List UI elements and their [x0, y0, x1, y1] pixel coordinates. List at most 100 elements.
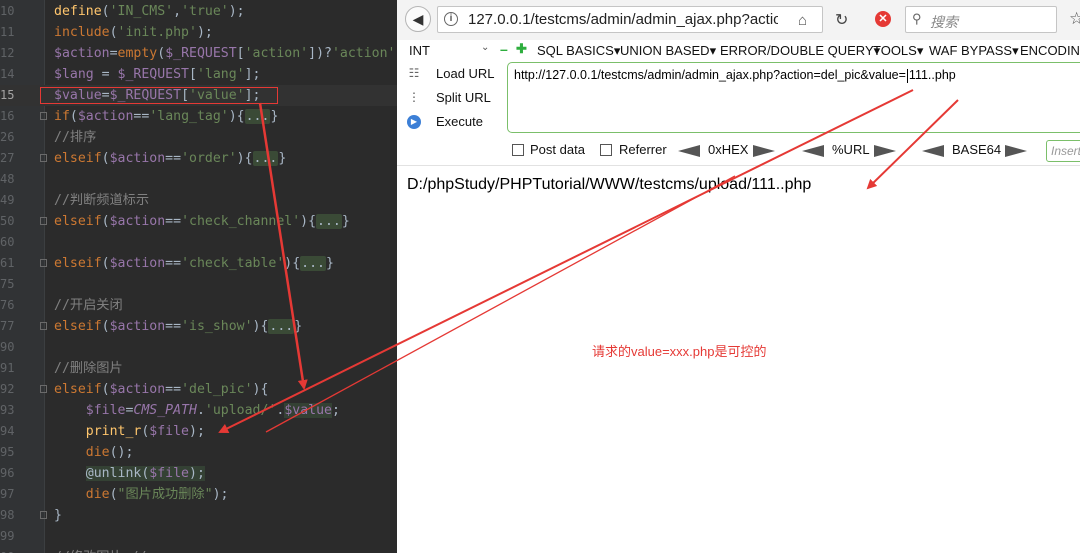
code-text: //判断频道标示 [54, 193, 150, 208]
code-line[interactable]: 97 die("图片成功删除"); [0, 484, 397, 505]
fold-toggle-icon[interactable] [40, 385, 47, 393]
line-number: 75 [0, 277, 15, 291]
fold-toggle-icon[interactable] [40, 154, 47, 162]
line-number: 60 [0, 235, 15, 249]
code-line[interactable]: 93 $file=CMS_PATH.'upload/'.$value; [0, 400, 397, 421]
code-line[interactable]: 99 [0, 526, 397, 547]
menu-encoding[interactable]: ENCODING [1020, 43, 1080, 58]
execute-icon: ▶ [407, 115, 421, 129]
code-line[interactable]: 75 [0, 274, 397, 295]
insert-input[interactable]: Insert [1046, 140, 1080, 162]
menu-union-based[interactable]: UNION BASED▾ [620, 43, 716, 59]
hackbar-url-textarea[interactable]: http://127.0.0.1/testcms/admin/admin_aja… [507, 62, 1080, 133]
fold-toggle-icon[interactable] [40, 217, 47, 225]
code-editor[interactable]: 10 define('IN_CMS','true'); 11 include('ini… [0, 0, 397, 553]
code-line[interactable]: 12 $action=empty($_REQUEST['action'])?'ac… [0, 43, 397, 64]
line-number: 95 [0, 445, 15, 459]
split-url-button[interactable]: ⋮ Split URL [405, 88, 505, 110]
line-number: 91 [0, 361, 15, 375]
line-number: 49 [0, 193, 15, 207]
browser-window: ◀ i 127.0.0.1/testcms/admin/admin_ajax.p… [397, 0, 1080, 553]
fold-toggle-icon[interactable] [40, 112, 47, 120]
load-url-label: Load URL [436, 66, 495, 81]
address-bar[interactable]: i 127.0.0.1/testcms/admin/admin_ajax.php… [437, 6, 823, 33]
fold-toggle-icon[interactable] [40, 259, 47, 267]
reload-icon[interactable]: ↻ [835, 10, 848, 30]
menu-sql-basics[interactable]: SQL BASICS▾ [537, 43, 620, 59]
highlight-box-value-line [40, 87, 278, 104]
code-line[interactable]: 14 $lang = $_REQUEST['lang']; [0, 64, 397, 85]
referrer-label: Referrer [619, 142, 667, 157]
fold-toggle-icon[interactable] [40, 511, 47, 519]
code-line[interactable]: 98} [0, 505, 397, 526]
code-line[interactable]: 16 if($action=='lang_tag'){...} [0, 106, 397, 127]
address-text: 127.0.0.1/testcms/admin/admin_ajax.php?a… [468, 11, 778, 28]
url-decode-arrow-icon[interactable] [802, 145, 824, 157]
info-icon[interactable]: i [444, 12, 458, 26]
code-line[interactable]: 61 elseif($action=='check_table'){...} [0, 253, 397, 274]
search-input[interactable]: ⚲ 搜索 [905, 6, 1057, 33]
code-text: if($action=='lang_tag'){...} [54, 109, 279, 124]
line-number: 97 [0, 487, 15, 501]
int-select[interactable]: INT [409, 43, 430, 58]
hackbar-options: Post data Referrer 0xHEX %URL BASE64 Ins… [397, 138, 1080, 164]
line-number: 99 [0, 529, 15, 543]
fold-toggle-icon[interactable] [40, 322, 47, 330]
minus-icon[interactable]: – [500, 41, 508, 57]
code-text: include('init.php'); [54, 25, 213, 40]
code-line[interactable]: 00 //修改图片 // [0, 547, 397, 553]
line-number: 76 [0, 298, 15, 312]
code-line[interactable]: 94 print_r($file); [0, 421, 397, 442]
referrer-checkbox[interactable] [600, 144, 612, 156]
line-number: 11 [0, 25, 15, 39]
hex-decode-arrow-icon[interactable] [678, 145, 700, 157]
base64-encode-arrow-icon[interactable] [1005, 145, 1027, 157]
stop-icon[interactable]: ✕ [875, 11, 891, 27]
line-number: 61 [0, 256, 15, 270]
line-number: 14 [0, 67, 15, 81]
code-line[interactable]: 60 [0, 232, 397, 253]
line-number: 98 [0, 508, 15, 522]
line-number: 12 [0, 46, 15, 60]
execute-button[interactable]: ▶ Execute [405, 112, 505, 134]
chevron-down-icon[interactable]: ⌄ [481, 42, 489, 53]
line-number: 26 [0, 130, 15, 144]
base64-decode-arrow-icon[interactable] [922, 145, 944, 157]
code-line[interactable]: 10 define('IN_CMS','true'); [0, 1, 397, 22]
split-url-icon: ⋮ [408, 90, 420, 104]
code-line[interactable]: 91 //删除图片 [0, 358, 397, 379]
post-data-checkbox[interactable] [512, 144, 524, 156]
home-icon[interactable]: ⌂ [798, 12, 807, 29]
code-text: elseif($action=='order'){...} [54, 151, 287, 166]
code-line[interactable]: 76 //开启关闭 [0, 295, 397, 316]
hex-encode-arrow-icon[interactable] [753, 145, 775, 157]
code-line[interactable]: 96 @unlink($file); [0, 463, 397, 484]
menu-tools[interactable]: TOOLS▾ [873, 43, 923, 59]
execute-label: Execute [436, 114, 483, 129]
code-line[interactable]: 77 elseif($action=='is_show'){...} [0, 316, 397, 337]
plus-icon[interactable]: ✚ [516, 41, 527, 57]
line-number: 90 [0, 340, 15, 354]
code-line[interactable]: 49 //判断频道标示 [0, 190, 397, 211]
code-line[interactable]: 27 elseif($action=='order'){...} [0, 148, 397, 169]
code-line[interactable]: 92 elseif($action=='del_pic'){ [0, 379, 397, 400]
code-text: //删除图片 [54, 361, 123, 376]
code-line[interactable]: 90 [0, 337, 397, 358]
urlenc-label: %URL [832, 142, 870, 157]
code-line[interactable]: 95 die(); [0, 442, 397, 463]
menu-error-double-query[interactable]: ERROR/DOUBLE QUERY▾ [720, 43, 880, 59]
code-text: $lang = $_REQUEST['lang']; [54, 67, 261, 82]
line-number: 77 [0, 319, 15, 333]
line-number: 93 [0, 403, 15, 417]
code-line[interactable]: 50 elseif($action=='check_channel'){...} [0, 211, 397, 232]
divider [397, 165, 1080, 166]
code-text: die("图片成功删除"); [85, 487, 229, 502]
bookmark-star-icon[interactable]: ☆ [1069, 9, 1080, 29]
code-line[interactable]: 26 //排序 [0, 127, 397, 148]
code-line[interactable]: 48 [0, 169, 397, 190]
code-line[interactable]: 11 include('init.php'); [0, 22, 397, 43]
url-encode-arrow-icon[interactable] [874, 145, 896, 157]
load-url-button[interactable]: ☷ Load URL [405, 64, 505, 86]
menu-waf-bypass[interactable]: WAF BYPASS▾ [929, 43, 1019, 59]
back-button[interactable]: ◀ [405, 6, 431, 32]
